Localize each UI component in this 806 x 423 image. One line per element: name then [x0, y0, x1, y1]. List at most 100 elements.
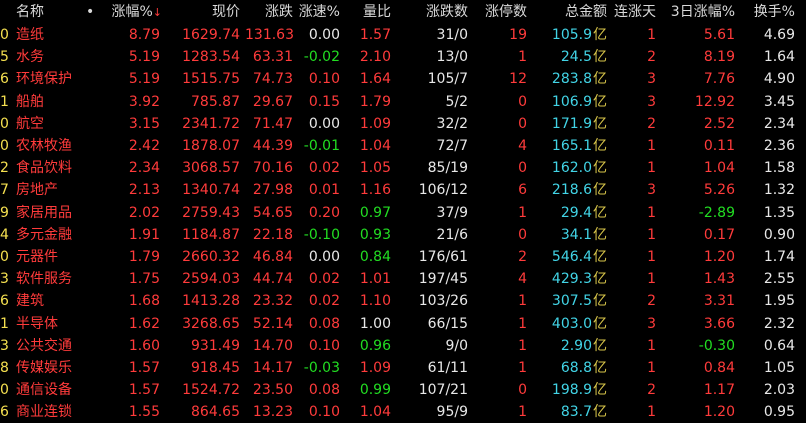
table-row[interactable]: 4 多元金融 1.91 1184.87 22.18 -0.10 0.93 21/6 0 1 0.17…: [0, 224, 806, 246]
table-row[interactable]: 1 半导体 1.62 3268.65 52.14 0.08 1.00 66/15 1 3 3.66 2…: [0, 313, 806, 335]
table-row[interactable]: 6 建筑 1.68 1413.28 23.32 0.02 1.10 103/26 1 2 3.31 1…: [0, 290, 806, 312]
table-row[interactable]: 9 家居用品 2.02 2759.43 54.65 0.20 0.97 37/9 1 1 -2.89…: [0, 202, 806, 224]
table-row[interactable]: 0 航空 3.15 2341.72 71.47 0.00 1.09 32/2 0 2 2.52 2.3…: [0, 113, 806, 135]
total-amount-cell: 105.9亿: [533, 24, 607, 46]
column-header-turnover[interactable]: 换手%: [740, 0, 795, 24]
speed-value: 0.08: [308, 382, 340, 399]
table-row[interactable]: 5 水务 5.19 1283.54 63.31 -0.02 2.10 13/0 1 2 8.19 1.…: [0, 46, 806, 68]
table-row[interactable]: 0 元器件 1.79 2660.32 46.84 0.00 0.84 176/61 2 1 1.20…: [0, 246, 806, 268]
consecutive-days-value: 1: [647, 27, 656, 43]
table-row[interactable]: 7 房地产 2.13 1340.74 27.98 0.01 1.16 106/12 6 3 5.26…: [0, 179, 806, 201]
speed-value: -0.01: [303, 138, 340, 154]
change-pct-value: 1.79: [128, 249, 160, 265]
limit-up-count-value: 0: [518, 382, 527, 399]
change-value: 44.39: [252, 138, 293, 154]
column-header-change[interactable]: 涨跌: [245, 0, 293, 24]
total-amount-value: 198.9: [551, 382, 592, 399]
total-amount-cell: 307.5亿: [533, 290, 607, 312]
table-row[interactable]: 0 造纸 8.79 1629.74 131.63 0.00 1.57 31/0 19 1 5.61 4…: [0, 24, 806, 46]
turnover-value: 0.64: [763, 337, 795, 354]
row-index-digit: 8: [0, 360, 9, 376]
three-day-change-value: 0.11: [703, 138, 735, 154]
column-header-change-pct-label: 涨幅%: [111, 4, 153, 20]
column-header-limit-up-count[interactable]: 涨停数: [475, 0, 527, 24]
volume-ratio-value: 1.64: [359, 71, 391, 88]
column-header-speed[interactable]: 涨速%: [298, 0, 340, 24]
consecutive-days-value: 2: [647, 382, 656, 399]
turnover-value: 1.32: [763, 182, 795, 199]
column-header-price[interactable]: 现价: [170, 0, 240, 24]
table-row[interactable]: 3 软件服务 1.75 2594.03 44.74 0.02 1.01 197/45 4 1 1.4…: [0, 268, 806, 290]
change-value: 23.50: [252, 382, 293, 399]
change-value: 29.67: [252, 93, 293, 110]
price-value: 2759.43: [182, 204, 240, 221]
column-header-volume-ratio[interactable]: 量比: [342, 0, 391, 24]
amount-unit-label: 亿: [593, 337, 607, 354]
row-index-digit: 0: [0, 249, 9, 265]
price-value: 1878.07: [182, 138, 240, 154]
speed-value: -0.10: [303, 226, 340, 243]
table-row[interactable]: 0 通信设备 1.57 1524.72 23.50 0.08 0.99 107/21 0 2 1.1…: [0, 379, 806, 401]
three-day-change-value: -2.89: [698, 204, 735, 221]
consecutive-days-value: 1: [647, 404, 656, 421]
column-header-three-day-change[interactable]: 3日涨幅%: [665, 0, 735, 24]
row-index-digit: 6: [0, 404, 9, 421]
table-row[interactable]: 8 传媒娱乐 1.57 918.45 14.17 -0.03 1.09 61/11 1 1 0.84…: [0, 357, 806, 379]
table-row[interactable]: 6 商业连锁 1.55 864.65 13.23 0.10 1.04 95/9 1 1 1.20 0.…: [0, 401, 806, 423]
change-value: 63.31: [252, 49, 293, 66]
change-pct-value: 2.34: [128, 160, 160, 177]
limit-up-count-value: 0: [518, 160, 527, 177]
total-amount-cell: 283.8亿: [533, 68, 607, 90]
total-amount-value: 162.0: [551, 160, 592, 177]
column-header-change-pct[interactable]: 涨幅%↓: [108, 0, 162, 24]
table-row[interactable]: 1 船舶 3.92 785.87 29.67 0.15 1.79 5/2 0 3 12.92 3.45…: [0, 91, 806, 113]
amount-unit-label: 亿: [593, 315, 607, 332]
change-value: 131.63: [245, 27, 294, 43]
sector-name: 通信设备: [16, 382, 72, 399]
volume-ratio-value: 1.04: [359, 138, 391, 154]
volume-ratio-value: 2.10: [359, 49, 391, 66]
amount-unit-label: 亿: [593, 226, 607, 243]
total-amount-value: 403.0: [551, 315, 592, 332]
amount-unit-label: 亿: [593, 404, 607, 421]
amount-unit-label: 亿: [593, 182, 607, 199]
speed-value: 0.10: [308, 404, 340, 421]
table-row[interactable]: 3 公共交通 1.60 931.49 14.70 0.10 0.96 9/0 1 1 -0.30 0.…: [0, 335, 806, 357]
change-value: 71.47: [252, 115, 293, 132]
column-header-total-amount[interactable]: 总金额: [533, 0, 607, 24]
total-amount-cell: 546.4亿: [533, 246, 607, 268]
up-down-count-value: 9/0: [445, 337, 468, 354]
column-header-up-down-count[interactable]: 涨跌数: [400, 0, 468, 24]
table-row[interactable]: 6 环境保护 5.19 1515.75 74.73 0.10 1.64 105/7 12 3 7.7…: [0, 68, 806, 90]
column-header-consecutive-days[interactable]: 连涨天: [614, 0, 656, 24]
turnover-value: 2.03: [763, 382, 795, 399]
turnover-value: 2.36: [763, 138, 795, 154]
total-amount-value: 283.8: [551, 71, 592, 88]
price-value: 1184.87: [182, 226, 240, 243]
consecutive-days-value: 1: [647, 138, 656, 154]
change-value: 70.16: [252, 160, 293, 177]
speed-value: 0.02: [308, 293, 340, 310]
volume-ratio-value: 1.79: [359, 93, 391, 110]
up-down-count-value: 37/9: [436, 204, 468, 221]
amount-unit-label: 亿: [593, 271, 607, 288]
sector-name: 半导体: [16, 315, 58, 332]
turnover-value: 4.69: [763, 27, 795, 43]
turnover-value: 0.90: [763, 226, 795, 243]
volume-ratio-value: 0.96: [359, 337, 391, 354]
turnover-value: 1.74: [763, 249, 795, 265]
table-row[interactable]: 2 食品饮料 2.34 3068.57 70.16 0.02 1.05 85/19 0 1 1.04…: [0, 157, 806, 179]
change-pct-value: 5.19: [128, 71, 160, 88]
volume-ratio-value: 1.05: [359, 160, 391, 177]
limit-up-count-value: 12: [509, 71, 527, 88]
table-row[interactable]: 0 农林牧渔 2.42 1878.07 44.39 -0.01 1.04 72/7 4 1 0.11…: [0, 135, 806, 157]
up-down-count-value: 32/2: [436, 115, 468, 132]
three-day-change-value: 1.04: [703, 160, 735, 177]
table-header: 名称 • 涨幅%↓ 现价 涨跌 涨速% 量比 涨跌数 涨停数 总金额 连涨天 3…: [0, 0, 806, 24]
price-value: 2341.72: [182, 115, 240, 132]
three-day-change-value: 5.26: [703, 182, 735, 199]
change-pct-value: 1.75: [128, 271, 160, 288]
change-pct-value: 1.55: [128, 404, 160, 421]
total-amount-cell: 68.8亿: [533, 357, 607, 379]
up-down-count-value: 66/15: [427, 315, 468, 332]
